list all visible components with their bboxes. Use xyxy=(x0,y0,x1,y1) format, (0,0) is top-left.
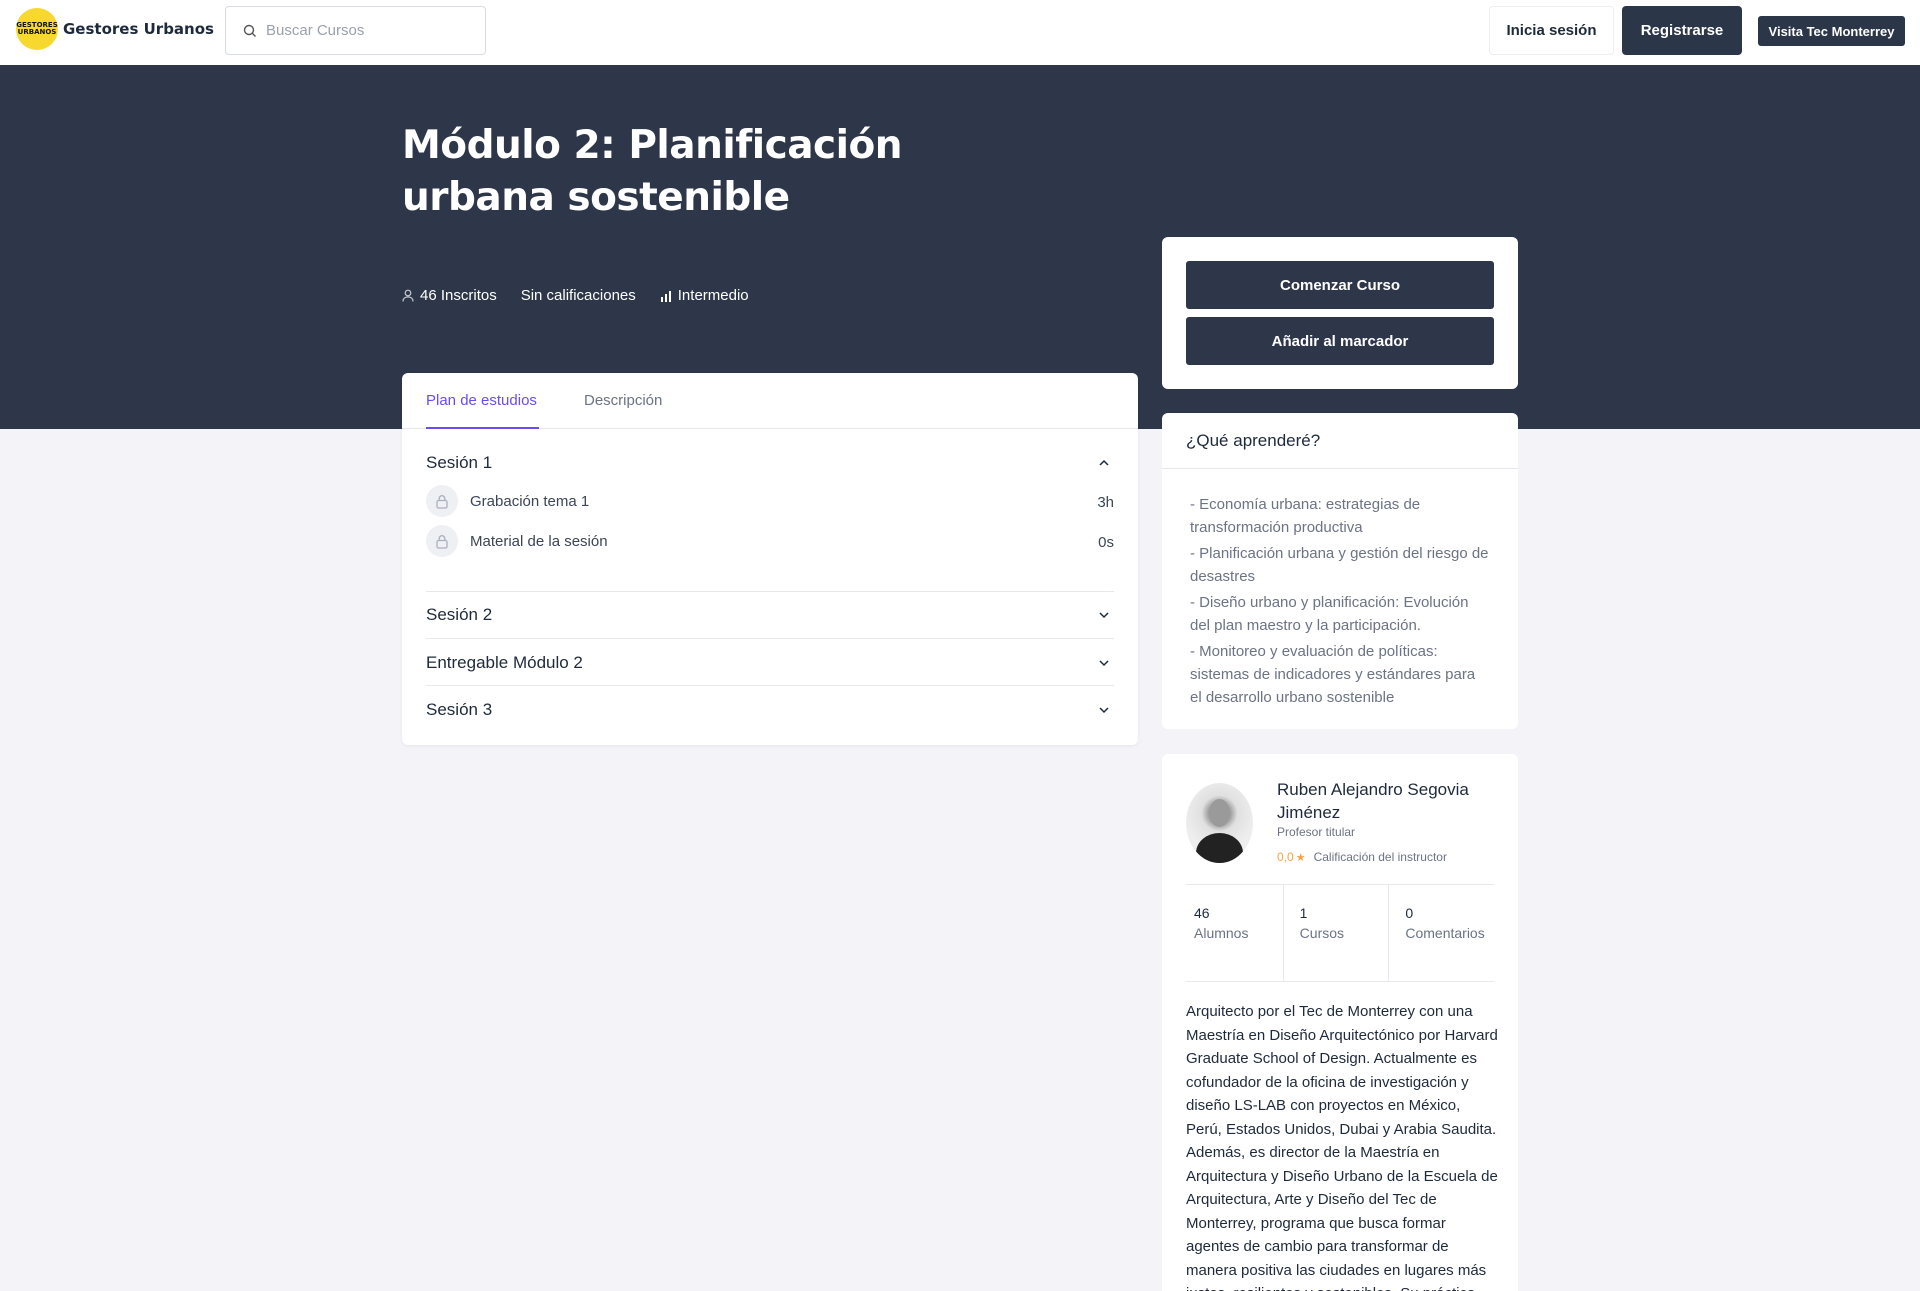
chevron-down-icon[interactable] xyxy=(1098,657,1110,669)
lesson-title: Grabación tema 1 xyxy=(470,493,590,510)
learn-item: - Diseño urbano y planificación: Evoluci… xyxy=(1190,594,1469,634)
learn-item: - Economía urbana: estrategias de transf… xyxy=(1190,496,1421,536)
session-title[interactable]: Entregable Módulo 2 xyxy=(426,653,583,673)
learn-list: - Economía urbana: estrategias de transf… xyxy=(1162,469,1518,709)
tab-description[interactable]: Descripción xyxy=(584,392,662,409)
stat-label: Comentarios xyxy=(1405,925,1485,941)
lock-icon xyxy=(426,485,458,517)
lesson-duration: 0s xyxy=(1098,534,1114,551)
top-navbar: GESTORES URBANOS Gestores Urbanos Inicia… xyxy=(0,0,1920,65)
divider xyxy=(426,591,1114,592)
register-button[interactable]: Registrarse xyxy=(1622,6,1742,55)
lock-icon xyxy=(426,525,458,557)
start-course-button[interactable]: Comenzar Curso xyxy=(1186,261,1494,309)
avatar[interactable] xyxy=(1186,783,1253,863)
session-title[interactable]: Sesión 3 xyxy=(426,700,492,720)
rating-label: Calificación del instructor xyxy=(1313,850,1447,864)
visit-tec-button[interactable]: Visita Tec Monterrey xyxy=(1758,16,1905,46)
rating-summary: Sin calificaciones xyxy=(521,287,636,304)
rating-score: 0,0 xyxy=(1277,850,1294,864)
chevron-down-icon[interactable] xyxy=(1098,704,1110,716)
divider xyxy=(426,685,1114,686)
learn-item: - Planificación urbana y gestión del rie… xyxy=(1190,545,1489,585)
stat-number: 0 xyxy=(1405,905,1414,921)
lesson-title: Material de la sesión xyxy=(470,533,608,550)
search-input[interactable] xyxy=(266,22,466,39)
learn-heading: ¿Qué aprenderé? xyxy=(1162,413,1518,469)
course-title: Módulo 2: Planificación urbana sostenibl… xyxy=(402,123,903,220)
chevron-up-icon[interactable] xyxy=(1098,457,1110,469)
session-deliverable[interactable]: Entregable Módulo 2 xyxy=(426,653,1114,677)
star-icon: ★ xyxy=(1295,851,1306,864)
logo-text: Gestores Urbanos xyxy=(63,20,214,38)
instructor-name[interactable]: Ruben Alejandro Segovia Jiménez xyxy=(1277,778,1497,824)
chevron-down-icon[interactable] xyxy=(1098,609,1110,621)
user-icon xyxy=(402,289,414,302)
search-icon xyxy=(243,24,256,37)
bar-chart-icon xyxy=(660,290,671,302)
search-box[interactable] xyxy=(225,6,486,55)
active-tab-indicator xyxy=(426,427,539,429)
avatar-body xyxy=(1196,833,1243,863)
stat-label: Alumnos xyxy=(1194,925,1249,941)
instructor-card: Ruben Alejandro Segovia Jiménez Profesor… xyxy=(1162,754,1518,1291)
tab-curriculum[interactable]: Plan de estudios xyxy=(426,392,537,409)
stat-label: Cursos xyxy=(1299,925,1345,941)
level-indicator: Intermedio xyxy=(660,287,749,304)
lesson-duration: 3h xyxy=(1097,494,1114,511)
bookmark-button[interactable]: Añadir al marcador xyxy=(1186,317,1494,365)
stat-number: 1 xyxy=(1299,905,1308,921)
instructor-stats: 46 Alumnos 1 Cursos 0 Comentarios xyxy=(1186,884,1494,982)
course-meta: 46 Inscritos Sin calificaciones Intermed… xyxy=(402,287,773,304)
avatar-head xyxy=(1209,799,1230,827)
enrolled-count: 46 Inscritos xyxy=(402,287,497,304)
rating-text: Sin calificaciones xyxy=(520,287,636,304)
session-title[interactable]: Sesión 2 xyxy=(426,605,492,625)
instructor-rating: 0,0 ★ Calificación del instructor xyxy=(1277,850,1447,864)
stat-number: 46 xyxy=(1194,905,1210,921)
curriculum-card: Plan de estudios Descripción Sesión 1 Gr… xyxy=(402,373,1138,745)
tab-bar: Plan de estudios Descripción xyxy=(402,373,1138,429)
session-3[interactable]: Sesión 3 xyxy=(426,700,1114,724)
learn-item: - Monitoreo y evaluación de políticas: s… xyxy=(1190,643,1476,706)
level-text: Intermedio xyxy=(677,287,749,304)
session-2[interactable]: Sesión 2 xyxy=(426,605,1114,629)
session-title[interactable]: Sesión 1 xyxy=(426,453,492,473)
login-button[interactable]: Inicia sesión xyxy=(1489,6,1614,55)
instructor-role: Profesor titular xyxy=(1277,825,1356,839)
stat-comments: 0 Comentarios xyxy=(1388,885,1494,981)
logo-badge: GESTORES URBANOS xyxy=(16,8,58,50)
divider xyxy=(426,638,1114,639)
stat-students: 46 Alumnos xyxy=(1186,885,1283,981)
lesson-row[interactable]: Grabación tema 1 3h xyxy=(426,485,1114,517)
lesson-row[interactable]: Material de la sesión 0s xyxy=(426,525,1114,557)
session-1: Sesión 1 Grabación tema 1 3h Material de… xyxy=(426,453,1114,573)
logo[interactable]: GESTORES URBANOS Gestores Urbanos xyxy=(16,8,214,50)
stat-courses: 1 Cursos xyxy=(1282,885,1389,981)
learn-card: ¿Qué aprenderé? - Economía urbana: estra… xyxy=(1162,413,1518,729)
enrolled-text: 46 Inscritos xyxy=(420,287,497,304)
cta-card: Comenzar Curso Añadir al marcador xyxy=(1162,237,1518,389)
instructor-bio: Arquitecto por el Tec de Monterrey con u… xyxy=(1186,1003,1498,1291)
